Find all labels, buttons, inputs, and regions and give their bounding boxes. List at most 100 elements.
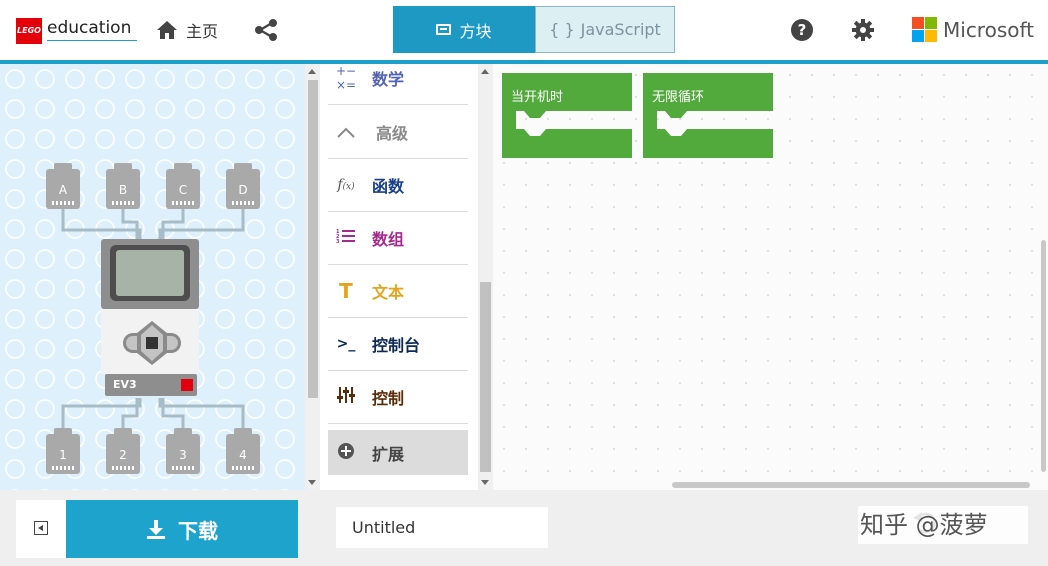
toolbox-item-label: 数组 xyxy=(372,230,405,249)
motor-port-3[interactable]: 3 xyxy=(166,428,200,474)
logo-text: education xyxy=(47,18,132,38)
microsoft-grid-icon xyxy=(912,17,937,42)
svg-text:3: 3 xyxy=(336,239,340,244)
port-label: B xyxy=(118,183,128,197)
toolbox-item-arrays[interactable]: 1 2 3 数组 xyxy=(328,212,468,265)
toolbox-item-math[interactable]: +− ×= 数学 xyxy=(328,64,468,105)
scroll-up-icon[interactable] xyxy=(481,69,489,74)
console-icon: >_ xyxy=(336,336,356,352)
forever-block[interactable]: 无限循环 xyxy=(643,73,773,158)
ms-square-green xyxy=(925,17,937,29)
scroll-down-icon[interactable] xyxy=(481,480,489,485)
toolbox-item-extensions[interactable]: 扩展 xyxy=(328,430,468,475)
ev3-simulator[interactable]: A B C D EV3 1 2 3 4 xyxy=(0,64,305,490)
port-label: D xyxy=(238,183,248,197)
motor-port-2[interactable]: 2 xyxy=(106,428,140,474)
bottom-toolbar: 下载 知乎 @菠萝 xyxy=(0,490,1048,566)
toolbox-item-console[interactable]: >_ 控制台 xyxy=(328,318,468,371)
math-icon: +− ×= xyxy=(335,64,357,92)
block-label: 当开机时 xyxy=(511,90,564,105)
sensor-port-b[interactable]: B xyxy=(106,163,140,209)
toolbox-item-control[interactable]: 控制 xyxy=(328,371,468,424)
toolbox-item-label: 文本 xyxy=(372,283,405,302)
sliders-icon xyxy=(328,386,364,408)
download-icon xyxy=(147,520,165,539)
sensor-port-d[interactable]: D xyxy=(226,163,260,209)
home-button[interactable]: 主页 xyxy=(156,18,218,42)
scrollbar-thumb[interactable] xyxy=(308,80,318,398)
brick-buttons-icon[interactable] xyxy=(123,319,181,367)
blocks-icon xyxy=(436,24,452,35)
brick-top xyxy=(101,239,199,309)
project-name-input[interactable] xyxy=(336,507,548,548)
port-label: 4 xyxy=(239,448,247,462)
workspace-vertical-scrollbar[interactable] xyxy=(1041,240,1046,472)
ev3-brick[interactable]: EV3 xyxy=(101,239,199,399)
list-icon: 1 2 3 xyxy=(328,228,364,248)
motor-port-1[interactable]: 1 xyxy=(46,428,80,474)
port-label: C xyxy=(178,183,188,197)
home-label: 主页 xyxy=(186,22,219,41)
toolbox-item-advanced[interactable]: 高级 xyxy=(328,106,468,159)
app-root: LEGO education 主页 方块 { } JavaScript ? Mi… xyxy=(0,0,1048,566)
download-button[interactable]: 下载 xyxy=(66,500,298,558)
toolbox-item-label: 函数 xyxy=(372,177,405,196)
logo-underline xyxy=(47,40,137,41)
chevron-up-icon xyxy=(328,123,364,142)
port-label: 1 xyxy=(59,448,67,462)
toolbox-item-text[interactable]: T 文本 xyxy=(328,265,468,318)
brick-display xyxy=(116,250,184,296)
scrollbar-thumb[interactable] xyxy=(480,282,491,472)
lego-mini-icon xyxy=(181,379,193,391)
sensor-port-a[interactable]: A xyxy=(46,163,80,209)
microsoft-logo[interactable]: Microsoft xyxy=(912,17,1034,42)
brick-foot: EV3 xyxy=(105,374,197,396)
function-icon: f(x) xyxy=(337,177,355,193)
scroll-down-icon[interactable] xyxy=(308,480,316,485)
home-icon xyxy=(157,21,177,39)
collapse-icon xyxy=(34,521,48,535)
port-label: A xyxy=(58,183,68,197)
settings-button[interactable] xyxy=(852,19,874,41)
tab-blocks[interactable]: 方块 xyxy=(393,6,535,53)
gear-icon xyxy=(852,19,874,41)
block-label: 无限循环 xyxy=(652,90,705,105)
add-circle-icon xyxy=(328,442,364,464)
toolbox: +− ×= 数学 高级 f(x) 函数 1 2 3 数组 T 文本 >_ 控制台… xyxy=(320,64,478,490)
toolbox-scrollbar[interactable] xyxy=(478,64,493,490)
brick-screen xyxy=(110,245,190,301)
microsoft-text: Microsoft xyxy=(943,17,1035,42)
sensor-port-c[interactable]: C xyxy=(166,163,200,209)
text-icon: T xyxy=(339,279,353,303)
ev3-label: EV3 xyxy=(113,378,137,391)
port-label: 3 xyxy=(179,448,187,462)
simulator-scrollbar[interactable] xyxy=(305,64,320,490)
lego-education-logo[interactable]: LEGO education xyxy=(14,15,137,44)
header: LEGO education 主页 方块 { } JavaScript ? Mi… xyxy=(0,0,1048,60)
share-icon xyxy=(255,19,277,41)
toolbox-item-label: 控制台 xyxy=(372,336,421,355)
on-start-block[interactable]: 当开机时 xyxy=(502,73,632,158)
tab-blocks-label: 方块 xyxy=(459,21,492,41)
workspace-horizontal-scrollbar[interactable] xyxy=(672,482,1030,488)
download-label: 下载 xyxy=(178,518,218,543)
toolbox-item-label: 数学 xyxy=(372,70,405,89)
ms-square-blue xyxy=(912,30,924,42)
help-button[interactable]: ? xyxy=(791,19,813,41)
toolbox-item-label: 扩展 xyxy=(372,444,405,464)
tab-javascript-label: JavaScript xyxy=(580,20,661,39)
motor-port-4[interactable]: 4 xyxy=(226,428,260,474)
toolbox-item-label: 高级 xyxy=(376,124,409,143)
blocks-workspace[interactable]: 当开机时 无限循环 xyxy=(493,64,1048,490)
toolbox-item-functions[interactable]: f(x) 函数 xyxy=(328,159,468,212)
port-label: 2 xyxy=(119,448,127,462)
share-button[interactable] xyxy=(254,18,278,42)
watermark: 知乎 @菠萝 xyxy=(858,506,1028,544)
tab-javascript[interactable]: { } JavaScript xyxy=(535,6,675,53)
ms-square-red xyxy=(912,17,924,29)
lego-logo-icon: LEGO xyxy=(16,18,42,44)
scroll-up-icon[interactable] xyxy=(308,69,316,74)
braces-icon: { } xyxy=(549,20,575,39)
collapse-simulator-button[interactable] xyxy=(16,500,66,558)
ms-square-yellow xyxy=(925,30,937,42)
